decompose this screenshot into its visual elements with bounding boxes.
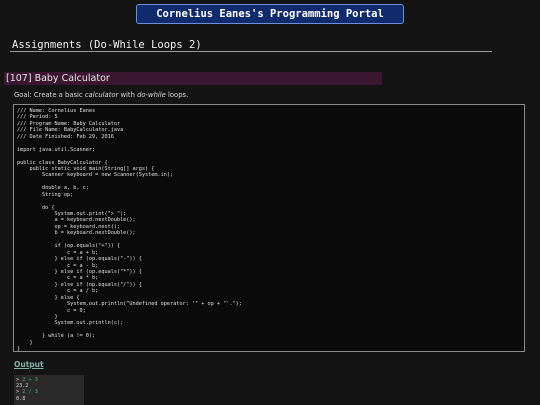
code-block: /// Name: Cornelius Eanes/// Period: 5//… (13, 104, 525, 352)
output-line: 0.8 (16, 395, 26, 402)
portal-title[interactable]: Cornelius Eanes's Programming Portal (136, 4, 404, 24)
heading-divider (10, 51, 492, 52)
goal-emphasis-2: do-while (137, 91, 166, 99)
assignment-title: [107] Baby Calculator (4, 72, 382, 85)
goal-end: loops. (165, 91, 189, 99)
output-link[interactable]: Output (14, 360, 44, 369)
code-line: } (17, 346, 21, 352)
goal-emphasis: calculator (84, 91, 119, 99)
page-heading: Assignments (Do-While Loops 2) (12, 39, 202, 51)
assignment-goal: Goal: Create a basic calculator with do-… (14, 91, 188, 99)
goal-prefix: Goal: Create a basic (14, 91, 85, 99)
output-input: 2 + 3 (22, 377, 38, 383)
output-input: 2 / 3 (22, 389, 38, 396)
goal-suffix: with (118, 91, 138, 99)
output-console: > 2 + 3 23.2 > 2 / 3 0.8 (14, 375, 84, 405)
